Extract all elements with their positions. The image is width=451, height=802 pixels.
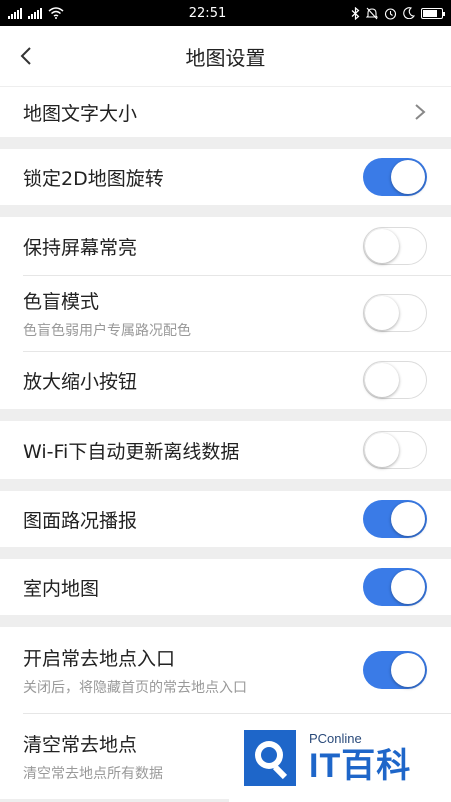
setting-label: 锁定2D地图旋转 [23, 167, 164, 190]
settings-list: 地图文字大小锁定2D地图旋转 保持屏幕常亮 色盲模式色盲色弱用户专属路况配色放大缩小… [0, 87, 451, 799]
setting-text: 图面路况播报 [23, 506, 137, 533]
setting-row-indoor-map[interactable]: 室内地图 [0, 559, 451, 615]
toggle-switch[interactable] [363, 158, 427, 196]
setting-description: 清空常去地点所有数据 [23, 765, 163, 782]
battery-icon [421, 7, 445, 19]
chevron-right-icon [415, 104, 426, 120]
toggle-knob [391, 160, 425, 194]
toggle-knob [391, 653, 425, 687]
setting-text: 地图文字大小 [23, 99, 137, 126]
bluetooth-icon [351, 6, 360, 20]
setting-row-map-traffic-broadcast[interactable]: 图面路况播报 [0, 491, 451, 547]
setting-description: 关闭后，将隐藏首页的常去地点入口 [23, 679, 247, 696]
settings-group: 地图文字大小 [0, 87, 451, 137]
toggle-switch[interactable] [363, 500, 427, 538]
wifi-icon [48, 7, 64, 19]
toggle-switch[interactable] [363, 361, 427, 399]
setting-label: 室内地图 [23, 577, 100, 600]
chevron-left-icon [20, 47, 31, 65]
page-title: 地图设置 [185, 45, 266, 70]
toggle-switch[interactable] [363, 227, 427, 265]
setting-label: 图面路况播报 [23, 509, 138, 532]
settings-group: 保持屏幕常亮 色盲模式色盲色弱用户专属路况配色放大缩小按钮 [0, 217, 451, 409]
watermark-logo: PConline IT百科 [229, 714, 451, 802]
setting-label: 保持屏幕常亮 [23, 236, 138, 259]
status-right [351, 6, 445, 20]
toggle-knob [365, 433, 399, 467]
status-bar: 22:51 [0, 0, 451, 26]
setting-row-wifi-auto-update[interactable]: Wi-Fi下自动更新离线数据 [0, 421, 451, 479]
search-icon [244, 730, 296, 786]
signal-icon [8, 7, 22, 19]
settings-group: 图面路况播报 [0, 491, 451, 547]
header: 地图设置 [0, 26, 451, 86]
setting-label: 色盲模式 [23, 290, 100, 313]
setting-row-frequent-places-entry[interactable]: 开启常去地点入口关闭后，将隐藏首页的常去地点入口 [0, 627, 451, 713]
status-time: 22:51 [188, 5, 227, 21]
toggle-knob [391, 502, 425, 536]
setting-text: 保持屏幕常亮 [23, 233, 137, 260]
setting-text: 放大缩小按钮 [23, 367, 137, 394]
setting-description: 色盲色弱用户专属路况配色 [23, 322, 191, 339]
moon-icon [403, 7, 415, 19]
settings-group: 锁定2D地图旋转 [0, 149, 451, 205]
setting-text: 室内地图 [23, 574, 99, 601]
setting-text: 锁定2D地图旋转 [23, 164, 164, 191]
signal-icon [28, 7, 42, 19]
settings-group: 室内地图 [0, 559, 451, 615]
setting-row-keep-screen-on[interactable]: 保持屏幕常亮 [0, 217, 451, 275]
toggle-knob [365, 229, 399, 263]
setting-text: 色盲模式色盲色弱用户专属路况配色 [23, 287, 191, 340]
toggle-knob [391, 570, 425, 604]
toggle-switch[interactable] [363, 431, 427, 469]
setting-label: Wi-Fi下自动更新离线数据 [23, 440, 240, 463]
back-button[interactable] [14, 42, 38, 70]
setting-label: 放大缩小按钮 [23, 370, 138, 393]
toggle-switch[interactable] [363, 568, 427, 606]
watermark-bottom: IT百科 [309, 746, 412, 785]
setting-text: 开启常去地点入口关闭后，将隐藏首页的常去地点入口 [23, 644, 247, 697]
setting-label: 地图文字大小 [23, 102, 138, 125]
setting-text: Wi-Fi下自动更新离线数据 [23, 437, 239, 464]
toggle-knob [365, 296, 399, 330]
setting-text: 清空常去地点清空常去地点所有数据 [23, 730, 163, 783]
setting-row-lock-2d-rotation[interactable]: 锁定2D地图旋转 [0, 149, 451, 205]
toggle-knob [365, 363, 399, 397]
status-left [8, 7, 64, 19]
toggle-switch[interactable] [363, 294, 427, 332]
mute-icon [366, 7, 378, 19]
settings-group: Wi-Fi下自动更新离线数据 [0, 421, 451, 479]
toggle-switch[interactable] [363, 651, 427, 689]
alarm-icon [384, 7, 397, 20]
watermark-top: PConline [309, 730, 362, 746]
setting-row-map-text-size[interactable]: 地图文字大小 [0, 87, 451, 137]
setting-row-zoom-buttons[interactable]: 放大缩小按钮 [0, 351, 451, 409]
setting-label: 清空常去地点 [23, 733, 138, 756]
setting-row-color-blind-mode[interactable]: 色盲模式色盲色弱用户专属路况配色 [0, 275, 451, 351]
setting-label: 开启常去地点入口 [23, 647, 176, 670]
